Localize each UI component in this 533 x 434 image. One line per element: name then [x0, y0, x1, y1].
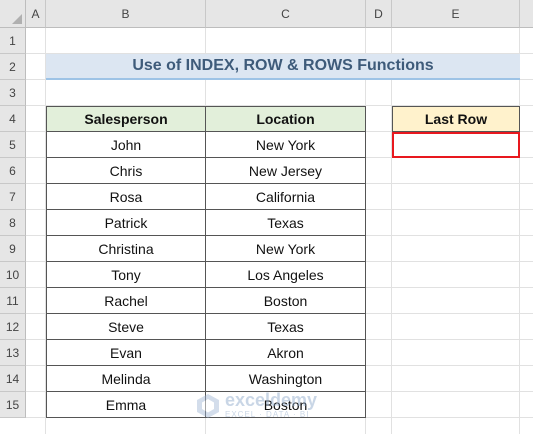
salesperson-cell[interactable]: Rachel	[46, 288, 206, 314]
last-row-header[interactable]: Last Row	[392, 106, 520, 132]
row-header-4[interactable]: 4	[0, 106, 26, 132]
gridline	[391, 28, 392, 434]
location-cell[interactable]: New Jersey	[205, 158, 366, 184]
location-cell[interactable]: Boston	[205, 392, 366, 418]
location-cell[interactable]: New York	[205, 132, 366, 158]
location-cell[interactable]: Texas	[205, 314, 366, 340]
spreadsheet: A B C D E 1 2 3 4 5 6 7 8 9 10 11 12 13 …	[0, 0, 533, 434]
row-header-14[interactable]: 14	[0, 366, 26, 392]
salesperson-cell[interactable]: Christina	[46, 236, 206, 262]
sheet-title[interactable]: Use of INDEX, ROW & ROWS Functions	[46, 54, 520, 80]
row-header-3[interactable]: 3	[0, 80, 26, 106]
salesperson-cell[interactable]: John	[46, 132, 206, 158]
location-header[interactable]: Location	[205, 106, 366, 132]
row-header-6[interactable]: 6	[0, 158, 26, 184]
column-header-c[interactable]: C	[206, 0, 366, 28]
location-cell[interactable]: New York	[205, 236, 366, 262]
row-header-15[interactable]: 15	[0, 392, 26, 418]
salesperson-cell[interactable]: Tony	[46, 262, 206, 288]
row-header-1[interactable]: 1	[0, 28, 26, 54]
column-header-d[interactable]: D	[366, 0, 392, 28]
row-header-10[interactable]: 10	[0, 262, 26, 288]
row-header-11[interactable]: 11	[0, 288, 26, 314]
salesperson-cell[interactable]: Chris	[46, 158, 206, 184]
location-cell[interactable]: Akron	[205, 340, 366, 366]
location-cell[interactable]: Boston	[205, 288, 366, 314]
salesperson-cell[interactable]: Evan	[46, 340, 206, 366]
column-header-b[interactable]: B	[46, 0, 206, 28]
row-header-7[interactable]: 7	[0, 184, 26, 210]
row-header-9[interactable]: 9	[0, 236, 26, 262]
location-cell[interactable]: Los Angeles	[205, 262, 366, 288]
location-cell[interactable]: California	[205, 184, 366, 210]
select-all-corner[interactable]	[0, 0, 26, 28]
row-header-8[interactable]: 8	[0, 210, 26, 236]
column-header-f-partial[interactable]	[520, 0, 533, 28]
salesperson-cell[interactable]: Emma	[46, 392, 206, 418]
select-all-triangle-icon	[12, 14, 22, 24]
gridline	[519, 28, 520, 434]
column-header-a[interactable]: A	[26, 0, 46, 28]
location-cell[interactable]: Washington	[205, 366, 366, 392]
row-header-2[interactable]: 2	[0, 54, 26, 80]
location-cell[interactable]: Texas	[205, 210, 366, 236]
salesperson-cell[interactable]: Steve	[46, 314, 206, 340]
salesperson-header[interactable]: Salesperson	[46, 106, 206, 132]
last-row-output-cell[interactable]	[392, 132, 520, 158]
salesperson-cell[interactable]: Rosa	[46, 184, 206, 210]
salesperson-cell[interactable]: Melinda	[46, 366, 206, 392]
column-header-e[interactable]: E	[392, 0, 520, 28]
row-header-5[interactable]: 5	[0, 132, 26, 158]
row-header-12[interactable]: 12	[0, 314, 26, 340]
salesperson-cell[interactable]: Patrick	[46, 210, 206, 236]
row-header-13[interactable]: 13	[0, 340, 26, 366]
